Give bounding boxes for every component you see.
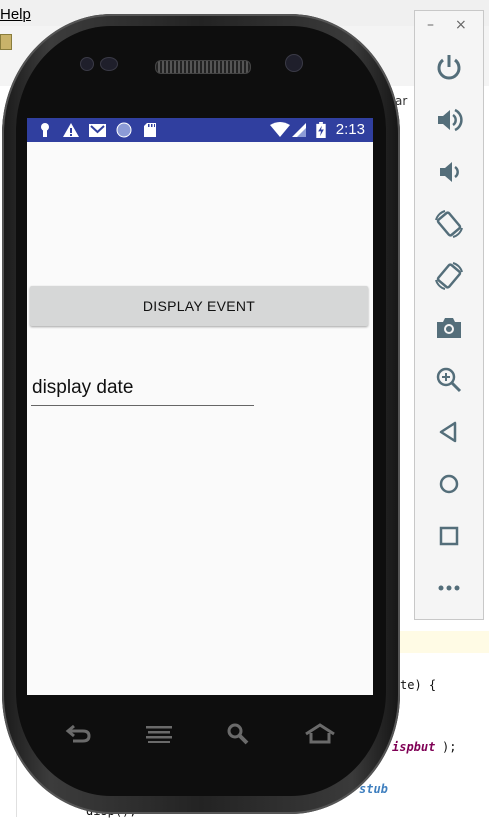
more-icon <box>438 585 460 591</box>
status-time: 2:13 <box>335 121 365 138</box>
menu-icon[interactable] <box>145 722 173 746</box>
home-icon[interactable] <box>304 722 336 746</box>
panel-title-bar: – × <box>415 11 483 41</box>
home-icon <box>439 474 459 494</box>
volume-up-button[interactable] <box>433 104 465 136</box>
volume-down-button[interactable] <box>433 156 465 188</box>
battery-charging-icon <box>316 122 326 138</box>
display-event-button[interactable]: DISPLAY EVENT <box>30 286 368 326</box>
sensor-icon <box>100 57 118 71</box>
search-icon[interactable] <box>226 722 252 746</box>
rotate-left-button[interactable] <box>433 208 465 240</box>
cell-signal-icon <box>292 123 306 137</box>
sd-card-icon <box>144 123 156 137</box>
home-button[interactable] <box>433 468 465 500</box>
minimize-button[interactable]: – <box>427 17 434 33</box>
overview-button[interactable] <box>433 520 465 552</box>
power-button[interactable] <box>433 51 465 83</box>
rotate-left-icon <box>435 210 463 238</box>
volume-up-icon <box>438 108 463 132</box>
volume-down-icon <box>440 162 459 182</box>
phone-screen[interactable]: 2:13 DISPLAY EVENT display date <box>27 118 373 695</box>
power-icon <box>437 55 461 80</box>
warning-icon <box>63 123 79 137</box>
emulator-side-panel: – × <box>414 10 484 620</box>
front-camera-icon <box>285 54 303 72</box>
zoom-icon <box>436 367 462 393</box>
earpiece-speaker <box>155 60 251 74</box>
more-button[interactable] <box>433 572 465 604</box>
circle-notification-icon <box>116 122 132 138</box>
overview-icon <box>439 526 459 546</box>
status-bar: 2:13 <box>27 118 373 142</box>
gmail-icon <box>89 124 106 137</box>
camera-icon <box>437 318 461 338</box>
keyhole-icon <box>41 123 49 137</box>
back-icon <box>439 421 457 443</box>
rotate-right-icon <box>435 262 463 290</box>
wifi-icon <box>270 122 290 137</box>
back-button[interactable] <box>433 416 465 448</box>
phone-nav-bar <box>27 710 373 760</box>
display-date-field[interactable]: display date <box>31 377 254 406</box>
zoom-button[interactable] <box>433 364 465 396</box>
code-line: te) { <box>400 678 437 692</box>
rotate-right-button[interactable] <box>433 260 465 292</box>
back-icon[interactable] <box>65 722 93 746</box>
code-token: ); <box>442 740 457 754</box>
screenshot-button[interactable] <box>433 312 465 344</box>
close-button[interactable]: × <box>455 17 467 33</box>
sensor-icon <box>80 57 94 71</box>
